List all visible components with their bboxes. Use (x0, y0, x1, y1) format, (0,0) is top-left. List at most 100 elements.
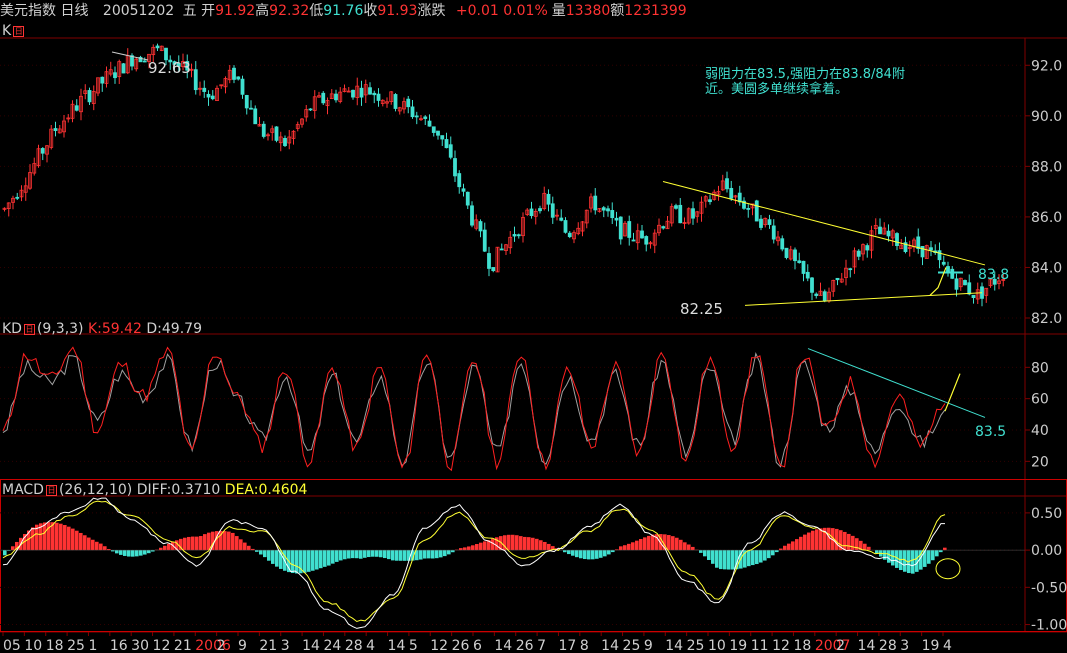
resistance-label: 83.8 (978, 267, 1009, 283)
macd-bar (355, 550, 359, 559)
candle (907, 240, 912, 257)
macd-bar (91, 539, 95, 551)
y-tick-label: -1.00 (1031, 618, 1067, 634)
macd-bar (195, 536, 199, 551)
candle (686, 207, 691, 225)
candle (49, 124, 54, 150)
candle-body (465, 191, 470, 206)
collapse-icon[interactable]: 日 (13, 25, 25, 37)
candle (606, 205, 610, 217)
candle-body (771, 225, 776, 240)
macd-bar (431, 550, 435, 559)
macd-bar (731, 550, 735, 570)
macd-bar (247, 545, 251, 551)
candle-body (240, 78, 245, 95)
y-tick-label: 40 (1031, 423, 1049, 439)
candle (287, 130, 292, 150)
candle (346, 87, 351, 93)
candle (125, 48, 130, 75)
macd-bar (819, 528, 823, 551)
y-tick-label: 82.0 (1031, 311, 1062, 327)
y-tick-label: 0.50 (1031, 506, 1062, 522)
candle (984, 287, 989, 303)
candle (104, 66, 109, 88)
candle-body (499, 248, 504, 251)
macd-bar (163, 545, 167, 551)
macd-bar (99, 543, 103, 551)
candle (614, 211, 619, 227)
candle (640, 224, 644, 239)
y-tick-label: 80 (1031, 360, 1049, 376)
support-trendline (744, 292, 983, 306)
candle (28, 164, 32, 190)
macd-bar (579, 550, 583, 559)
candle (746, 204, 751, 218)
candle-body (601, 207, 606, 211)
macd-bar (363, 550, 367, 558)
candle (470, 201, 474, 228)
x-tick-label: 18 (793, 638, 811, 653)
candle (657, 218, 661, 236)
candle (941, 255, 946, 267)
candle (121, 63, 126, 74)
candle (963, 279, 967, 286)
macd-bar (863, 543, 867, 551)
candle-body (351, 89, 355, 98)
candle (559, 209, 564, 222)
x-tick-label: 25 (687, 638, 705, 653)
macd-bar (67, 526, 71, 551)
macd-bar (595, 550, 599, 559)
candle-body (249, 107, 253, 110)
candle (2, 207, 7, 212)
macd-bar (507, 534, 511, 551)
candle-body (814, 293, 819, 296)
candle-body (440, 135, 445, 140)
candle (198, 81, 202, 96)
candle (134, 57, 139, 72)
macd-label: MACD (2, 482, 44, 498)
macd-bar (43, 522, 47, 551)
collapse-icon[interactable]: 日 (45, 484, 57, 496)
candle (542, 186, 547, 211)
candle (261, 121, 266, 139)
candle-body (529, 208, 534, 217)
candle (593, 188, 598, 215)
candle-body (856, 250, 861, 257)
macd-bar (791, 541, 795, 551)
macd-bar (531, 537, 535, 551)
candle (113, 66, 117, 84)
macd-bar (419, 550, 423, 560)
x-tick-label: 17 (558, 638, 576, 653)
candle-body (206, 93, 211, 98)
candle (380, 99, 385, 107)
candle (100, 76, 105, 92)
candle (23, 177, 28, 201)
candle (321, 91, 326, 105)
candle-body (810, 277, 814, 293)
candle (967, 274, 972, 296)
macd-bar (639, 538, 643, 551)
candle (652, 229, 657, 254)
candle (623, 220, 627, 237)
y-tick-label: 20 (1031, 454, 1049, 470)
candle-body (627, 221, 632, 238)
candle-body (376, 93, 381, 101)
macd-bar (891, 550, 895, 566)
candle (533, 208, 538, 225)
y-tick-label: -0.50 (1031, 580, 1067, 596)
candle (461, 183, 466, 197)
macd-bar (267, 550, 271, 561)
collapse-icon[interactable]: 日 (23, 323, 35, 335)
kline-pane-title: K日 (2, 23, 26, 39)
x-tick-label: 14 (494, 638, 512, 653)
candle (895, 232, 899, 251)
candle-body (614, 217, 619, 221)
macd-params: (26,12,10) (58, 482, 133, 498)
candle (53, 121, 58, 137)
x-tick-label: 10 (708, 638, 726, 653)
macd-bar (803, 534, 807, 551)
candle-body (308, 108, 313, 111)
macd-bar (3, 550, 7, 556)
candle (508, 231, 513, 254)
kline-label: K (2, 23, 12, 39)
